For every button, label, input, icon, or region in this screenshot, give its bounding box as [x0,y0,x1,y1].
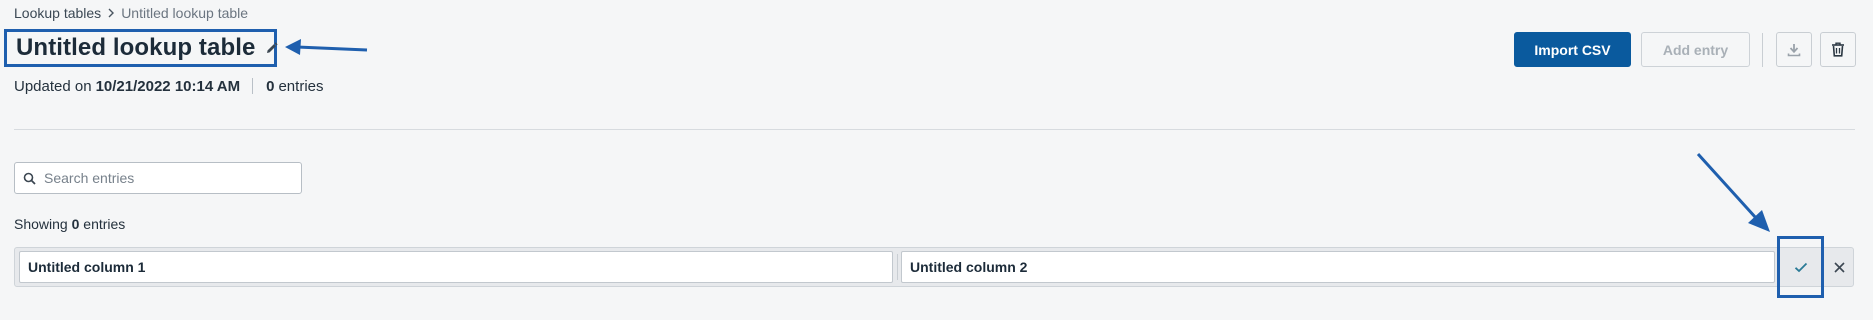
entries-label: entries [278,77,324,95]
import-csv-button[interactable]: Import CSV [1514,32,1631,67]
checkmark-icon [1794,262,1807,272]
column-separator [897,254,898,280]
showing-prefix: Showing [14,216,68,232]
annotation-arrow-left-icon [285,39,368,55]
showing-number: 0 [71,216,80,232]
updated-label: Updated on [14,77,92,95]
page-title: Untitled lookup table [16,34,256,61]
breadcrumb-current: Untitled lookup table [121,5,249,21]
column-header-edit-row [14,236,1854,298]
chevron-right-icon [107,8,115,18]
search-input[interactable] [44,170,284,186]
trash-icon [1832,42,1844,57]
title-annotation-box: Untitled lookup table [4,29,279,67]
showing-count: Showing 0 entries [14,216,125,232]
column-2-name-input[interactable] [901,251,1775,283]
breadcrumb-lookup-tables-link[interactable]: Lookup tables [14,5,101,21]
annotation-arrow-down-icon [1696,152,1770,232]
breadcrumb: Lookup tables Untitled lookup table [14,4,248,22]
download-button[interactable] [1776,32,1812,67]
updated-timestamp: 10/21/2022 10:14 AM [95,77,241,95]
delete-button[interactable] [1820,32,1856,67]
download-icon [1787,43,1801,56]
confirm-button[interactable] [1777,236,1824,298]
close-icon [1833,261,1845,273]
showing-suffix: entries [83,216,126,232]
search-icon [23,172,36,185]
add-entry-button[interactable]: Add entry [1641,32,1750,67]
column-1-name-input[interactable] [19,251,893,283]
pencil-icon[interactable] [265,40,279,56]
toolbar-divider [1762,33,1763,67]
cancel-button[interactable] [1827,252,1851,282]
search-box[interactable] [14,162,302,194]
table-meta: Updated on 10/21/2022 10:14 AM 0 entries [14,76,324,96]
meta-divider [252,78,254,94]
section-divider [14,129,1855,130]
entries-count: 0 [266,77,275,95]
